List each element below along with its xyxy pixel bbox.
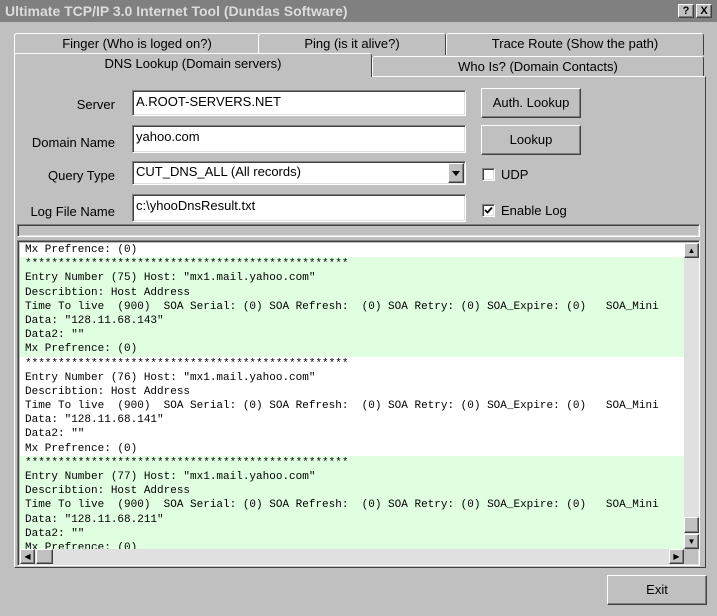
server-input[interactable]: A.ROOT-SERVERS.NET: [132, 90, 466, 116]
dropdown-arrow-icon[interactable]: [448, 163, 464, 183]
lookup-button[interactable]: Lookup: [481, 125, 581, 155]
log-line: Data: "128.11.68.143": [20, 313, 684, 329]
domain-name-label: Domain Name: [31, 135, 115, 150]
query-type-value: CUT_DNS_ALL (All records): [136, 164, 301, 179]
horizontal-scroll-thumb[interactable]: [36, 549, 53, 564]
log-line: Data2: "": [20, 328, 684, 343]
vertical-scroll-thumb[interactable]: [684, 517, 699, 533]
udp-checkbox[interactable]: [482, 168, 495, 181]
log-line: Data2: "": [20, 526, 684, 541]
log-line: Mx Prefrence: (0): [20, 342, 684, 357]
dns-tab-page: Server A.ROOT-SERVERS.NET Auth. Lookup D…: [14, 76, 706, 568]
log-line: ****************************************…: [20, 257, 684, 272]
tab-whois[interactable]: Who Is? (Domain Contacts): [372, 56, 704, 76]
vertical-scrollbar[interactable]: ▲ ▼: [684, 243, 699, 549]
arrow-right-icon[interactable]: ▶: [669, 549, 684, 564]
server-label: Server: [76, 97, 115, 112]
log-output[interactable]: Mx Prefrence: (0) ***********************…: [17, 240, 700, 566]
tab-trace-route[interactable]: Trace Route (Show the path): [446, 33, 704, 55]
auth-lookup-button[interactable]: Auth. Lookup: [481, 88, 581, 118]
log-line: Entry Number (77) Host: "mx1.mail.yahoo.…: [20, 470, 684, 485]
arrow-left-icon[interactable]: ◀: [20, 549, 35, 564]
log-line: Data: "128.11.68.211": [20, 512, 684, 527]
log-line: Describtion: Host Address: [25, 385, 191, 398]
arrow-up-icon[interactable]: ▲: [684, 243, 699, 258]
title-bar[interactable]: Ultimate TCP/IP 3.0 Internet Tool (Dunda…: [0, 0, 717, 22]
window-title: Ultimate TCP/IP 3.0 Internet Tool (Dunda…: [5, 3, 348, 19]
log-line: Describtion: Host Address: [20, 285, 684, 300]
query-type-select[interactable]: CUT_DNS_ALL (All records): [132, 161, 466, 185]
log-line: Mx Prefrence: (0): [25, 442, 138, 455]
exit-button[interactable]: Exit: [607, 575, 707, 605]
tab-finger[interactable]: Finger (Who is loged on?): [14, 33, 260, 55]
log-line: Entry Number (76) Host: "mx1.mail.yahoo.…: [25, 371, 316, 384]
query-type-label: Query Type: [48, 168, 115, 183]
tab-ping[interactable]: Ping (is it alive?): [258, 33, 446, 55]
checkmark-icon: [484, 206, 493, 214]
domain-name-input[interactable]: yahoo.com: [132, 125, 466, 153]
arrow-down-icon[interactable]: ▼: [684, 534, 699, 549]
close-button[interactable]: X: [696, 4, 712, 18]
help-button[interactable]: ?: [678, 4, 694, 18]
tab-dns-lookup[interactable]: DNS Lookup (Domain servers): [14, 53, 372, 77]
enable-log-checkbox[interactable]: [482, 204, 495, 217]
log-line: Describtion: Host Address: [20, 484, 684, 499]
log-file-input[interactable]: c:\yhooDnsResult.txt: [132, 194, 466, 222]
udp-label: UDP: [501, 167, 529, 182]
log-line: Time To live (900) SOA Serial: (0) SOA R…: [25, 400, 659, 413]
log-line: Mx Prefrence: (0): [20, 540, 684, 549]
enable-log-label: Enable Log: [501, 203, 567, 218]
log-line: ****************************************…: [20, 455, 684, 470]
log-line: Data2: "": [25, 428, 85, 441]
log-lines: Mx Prefrence: (0) ***********************…: [20, 243, 684, 549]
log-file-label: Log File Name: [30, 204, 115, 219]
log-line: ****************************************…: [25, 357, 349, 370]
log-line: Data: "128.11.68.141": [25, 414, 164, 427]
log-line: Time To live (900) SOA Serial: (0) SOA R…: [20, 498, 684, 513]
log-line: Time To live (900) SOA Serial: (0) SOA R…: [20, 299, 684, 314]
log-text: Mx Prefrence: (0) ***********************…: [20, 243, 684, 549]
log-line: Mx Prefrence: (0): [25, 244, 138, 256]
log-line: Entry Number (75) Host: "mx1.mail.yahoo.…: [20, 271, 684, 286]
horizontal-scrollbar[interactable]: ◀ ▶: [20, 549, 684, 564]
progress-bar: [17, 224, 700, 237]
